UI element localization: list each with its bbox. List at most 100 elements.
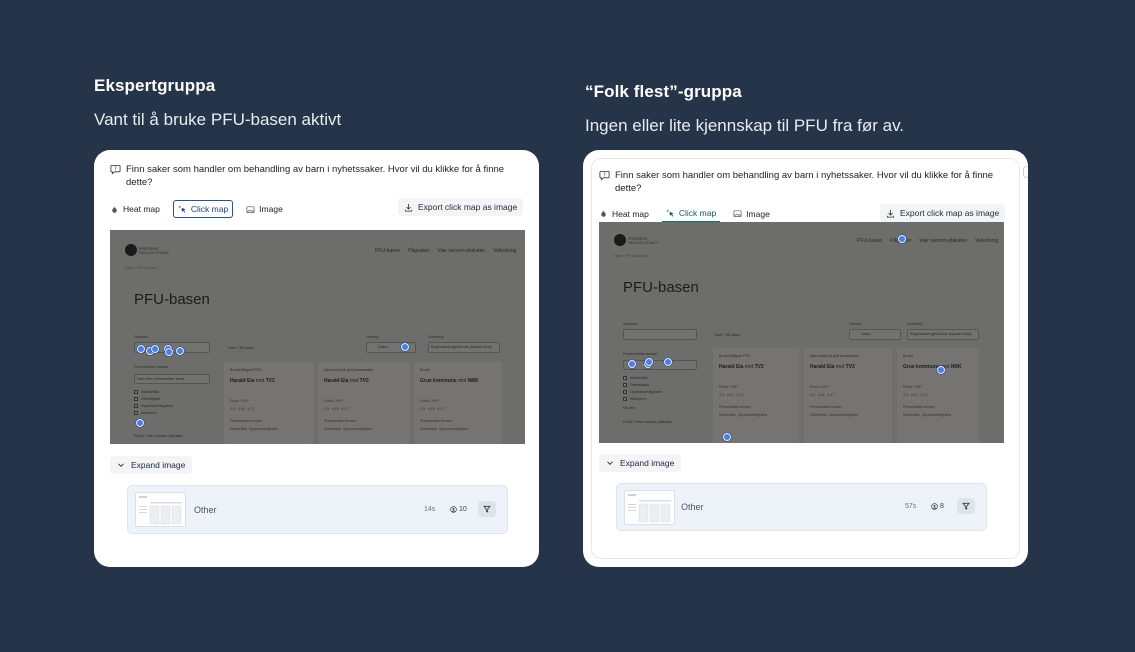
view-toggle bbox=[849, 329, 901, 340]
page-heading: PFU-basen bbox=[623, 279, 699, 296]
click-area-summary[interactable]: Other 14s 10 bbox=[127, 485, 508, 534]
case-party: Grue kommune bbox=[903, 364, 940, 370]
case-card: Brudd Grue kommune mot NRK Punkt i VVP 4… bbox=[897, 348, 979, 443]
click-count: 8 bbox=[931, 503, 944, 510]
result-card-experts: ? Finn saker som handler om behandling a… bbox=[94, 150, 539, 567]
click-marker bbox=[645, 358, 653, 366]
click-map-screenshot[interactable]: PRESSENS FAGLIGE UTVALG PFU-basen Pågsak… bbox=[110, 230, 525, 444]
tab-heat-map[interactable]: Heat map bbox=[106, 201, 164, 217]
case-topic: Opphavsrettigheter bbox=[342, 427, 373, 431]
sort-label: Sortering bbox=[907, 322, 923, 326]
filter-option: Offentlighet bbox=[630, 383, 650, 387]
click-area-summary[interactable]: Other 57s 8 bbox=[616, 483, 987, 531]
expand-image-button[interactable]: Expand image bbox=[599, 454, 682, 472]
nav-item: Pågsaker bbox=[408, 248, 430, 254]
tab-click-map[interactable]: Click map bbox=[661, 205, 721, 222]
expand-label: Expand image bbox=[131, 460, 186, 470]
case-code: 4.14 bbox=[237, 407, 245, 411]
case-party: TV2 bbox=[359, 378, 369, 384]
tab-image[interactable]: Image bbox=[242, 201, 287, 217]
case-topic: Opphavsrettigheter bbox=[921, 413, 952, 417]
case-topic: Kildekritikk bbox=[420, 427, 437, 431]
case-party: TV2 bbox=[265, 378, 275, 384]
filter-option: Kildekritikk bbox=[630, 376, 649, 380]
rules-label: Punkt i Vær varsom-plakaten bbox=[623, 420, 672, 424]
view-tabs: Heat map Click map Image bbox=[106, 200, 296, 218]
flame-icon bbox=[601, 209, 606, 217]
case-topic: Opphavsrettigheter bbox=[828, 413, 859, 417]
filter-button[interactable] bbox=[957, 498, 975, 514]
tab-label: Click map bbox=[678, 208, 717, 218]
view-label: Visning bbox=[366, 335, 379, 339]
avg-time: 57s bbox=[905, 503, 917, 510]
tab-image[interactable]: Image bbox=[729, 206, 774, 222]
area-label: Other bbox=[681, 502, 704, 512]
page-heading: PFU-basen bbox=[134, 291, 210, 308]
case-meta: Punkt i VVP bbox=[324, 399, 343, 403]
case-party: Harald Eia bbox=[719, 364, 744, 370]
case-topic: Kildekritikk bbox=[230, 427, 247, 431]
breadcrumb: Hjem / PFU-basen bbox=[614, 253, 647, 258]
sort-value: Beginnende/gjeldende (nyeste først) bbox=[431, 345, 493, 349]
view-tabs: Heat map Click map Image bbox=[595, 205, 783, 222]
view-value: Saker bbox=[378, 345, 388, 349]
tab-label: Heat map bbox=[123, 204, 160, 214]
tab-label: Heat map bbox=[612, 208, 649, 219]
pointer-click-icon bbox=[666, 209, 674, 217]
filter-icon bbox=[483, 505, 491, 513]
case-code: 4.14 bbox=[817, 393, 825, 397]
area-thumbnail bbox=[624, 490, 675, 525]
case-topics: Kildekritikk Opphavsrettigheter bbox=[903, 413, 951, 417]
case-party: TV2 bbox=[754, 364, 764, 370]
case-party: Grue kommune bbox=[420, 378, 457, 384]
case-topics: Kildekritikk Opphavsrettigheter bbox=[719, 413, 767, 417]
case-party: NRK bbox=[467, 378, 479, 384]
case-party: TV2 bbox=[845, 364, 855, 370]
case-party: NRK bbox=[950, 364, 962, 370]
pfu-brand-text: PRESSENS FAGLIGE UTVALG bbox=[628, 237, 658, 245]
tab-heat-map[interactable]: Heat map bbox=[595, 206, 653, 222]
filter-option: Kildekritikk bbox=[141, 390, 160, 394]
case-tag: Ikke brudd på god presseskikk bbox=[810, 354, 859, 358]
case-topic: Kildekritikk bbox=[810, 413, 827, 417]
nav-item: PFU-basen bbox=[857, 238, 883, 244]
rules-label: Punkt i Vær varsom-plakaten bbox=[134, 434, 183, 438]
case-card: Brudd tidligere PFU Harald Eia mot TV2 P… bbox=[224, 362, 314, 444]
case-meta: Punkt i VVP bbox=[903, 385, 922, 389]
case-code: 4.3 bbox=[324, 407, 329, 411]
sort-value: Beginnende/gjeldende (nyeste først) bbox=[910, 332, 972, 336]
sort-label: Sortering bbox=[428, 335, 444, 339]
case-code: 4.17 bbox=[437, 407, 445, 411]
case-code: 4.17 bbox=[827, 393, 835, 397]
filter-label: Presseetiske temaer bbox=[134, 365, 169, 369]
filter-checkbox bbox=[623, 376, 627, 380]
task-question: ? Finn saker som handler om behandling a… bbox=[599, 169, 994, 195]
filter-checkbox bbox=[623, 390, 627, 394]
area-thumbnail bbox=[135, 492, 186, 527]
case-meta: Punkt i VVP bbox=[719, 385, 738, 389]
case-code: 4.14 bbox=[726, 393, 734, 397]
case-code: 4.14 bbox=[910, 393, 918, 397]
case-code: 4.14 bbox=[427, 407, 435, 411]
svg-text:?: ? bbox=[603, 172, 606, 178]
case-topics-label: Presseetiske temaer bbox=[810, 405, 842, 409]
click-map-screenshot[interactable]: PRESSENS FAGLIGE UTVALG PFU-basen Pågsak… bbox=[599, 222, 1004, 443]
export-click-map-button[interactable]: Export click map as image bbox=[880, 204, 1006, 222]
filter-button[interactable] bbox=[478, 501, 496, 517]
case-tag: Ikke brudd på god presseskikk bbox=[324, 368, 373, 372]
click-marker bbox=[137, 345, 145, 353]
case-codes: 4.3 4.14 4.17 bbox=[324, 407, 348, 411]
case-topics-label: Presseetiske temaer bbox=[719, 405, 751, 409]
case-topic: Opphavsrettigheter bbox=[248, 427, 279, 431]
export-click-map-button[interactable]: Export click map as image bbox=[398, 198, 524, 216]
case-party: Harald Eia bbox=[230, 378, 255, 384]
resize-handle[interactable] bbox=[1023, 166, 1028, 178]
filter-option: Kildevern bbox=[630, 397, 646, 401]
more-filters: Vis alle bbox=[623, 406, 636, 410]
case-topics: Kildekritikk Opphavsrettigheter bbox=[324, 427, 372, 431]
screenshot-page: PRESSENS FAGLIGE UTVALG PFU-basen Pågsak… bbox=[599, 222, 1004, 443]
expand-image-button[interactable]: Expand image bbox=[110, 456, 193, 474]
case-topic: Opphavsrettigheter bbox=[737, 413, 768, 417]
pfu-brand-text: PRESSENS FAGLIGE UTVALG bbox=[139, 247, 169, 255]
tab-click-map[interactable]: Click map bbox=[172, 200, 234, 218]
